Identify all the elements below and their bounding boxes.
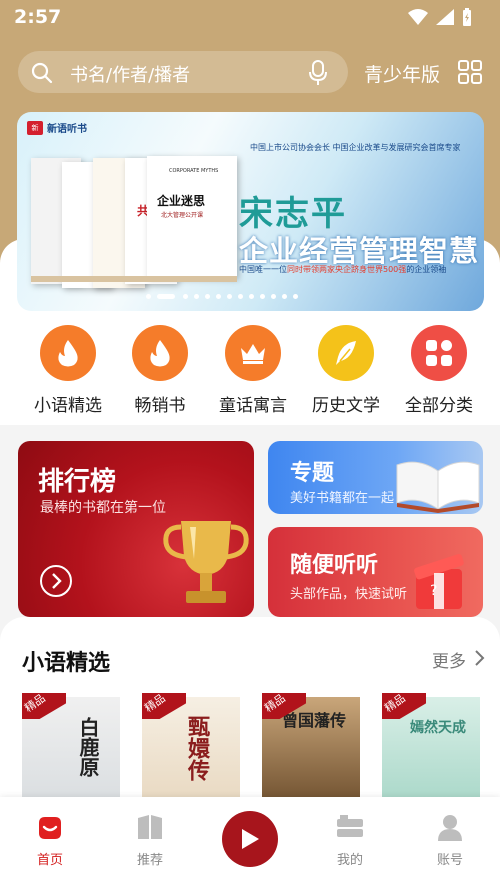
banner-intro: 中国上市公司协会会长 中国企业改革与发展研究会首席专家 <box>250 143 461 152</box>
carousel-dots <box>17 292 484 300</box>
book-cover-main: CORPORATE MYTHS 企业迷思 北大管理公开课 <box>147 156 237 278</box>
book-shelf <box>31 276 237 282</box>
brand-name: 新语听书 <box>47 124 87 135</box>
carousel-dot[interactable] <box>183 294 188 299</box>
carousel-dot[interactable] <box>238 294 243 299</box>
search-icon <box>31 62 53 84</box>
book-card[interactable]: 曾国藩传 精品 <box>262 693 360 803</box>
flame-icon <box>132 325 188 381</box>
promo-banner[interactable]: 新 新语听书 有效 共 CORPORATE MYTHS 企业迷思 北大管理公开课… <box>17 112 484 311</box>
chevron-right-icon[interactable] <box>474 649 486 667</box>
carousel-dot[interactable] <box>157 294 175 299</box>
banner-tagline: 中国唯一一位同时带领两家央企跻身世界500强的企业领袖 <box>239 265 447 274</box>
trophy-icon <box>163 521 249 603</box>
topic-title: 专题 <box>290 461 335 486</box>
category-item[interactable]: 童话寓言 <box>213 325 293 416</box>
book-subtitle: 北大管理公开课 <box>161 212 204 219</box>
ranking-title: 排行榜 <box>38 467 117 497</box>
brand-logo-icon: 新 <box>27 120 43 135</box>
grid-menu-icon[interactable] <box>458 60 482 84</box>
nav-label: 首页 <box>36 853 63 868</box>
book-title: 甄嬛传 <box>184 715 209 781</box>
ranking-subtitle: 最棒的书都在第一位 <box>40 500 166 516</box>
random-listen-subtitle: 头部作品，快速试听 <box>290 587 408 602</box>
category-label: 童话寓言 <box>219 396 287 416</box>
status-bar: 2:57 <box>0 0 500 36</box>
book-english-title: CORPORATE MYTHS <box>169 168 219 174</box>
gift-box-icon: ? <box>414 554 464 609</box>
ranking-go-button[interactable] <box>40 565 72 597</box>
category-label: 小语精选 <box>34 396 102 416</box>
book-icon <box>138 815 162 839</box>
carousel-dot[interactable] <box>282 294 287 299</box>
carousel-dot[interactable] <box>271 294 276 299</box>
carousel-dot[interactable] <box>146 294 151 299</box>
topic-card[interactable]: 专题 美好书籍都在一起 <box>268 441 483 514</box>
nav-account[interactable]: 账号 <box>420 813 480 868</box>
search-placeholder: 书名/作者/播者 <box>70 65 191 86</box>
nav-recommend[interactable]: 推荐 <box>120 813 180 868</box>
wifi-icon <box>408 9 428 25</box>
nav-label: 账号 <box>436 853 463 868</box>
svg-text:?: ? <box>430 583 437 599</box>
carousel-dot[interactable] <box>293 294 298 299</box>
home-icon <box>39 817 61 839</box>
crown-icon <box>225 325 281 381</box>
carousel-dot[interactable] <box>194 294 199 299</box>
ranking-card[interactable]: 排行榜 最棒的书都在第一位 <box>18 441 254 617</box>
premium-badge-label: 精品 <box>382 693 408 715</box>
user-icon <box>438 815 462 841</box>
microphone-icon[interactable] <box>308 60 328 86</box>
category-item[interactable]: 小语精选 <box>28 325 108 416</box>
teen-mode-button[interactable]: 青少年版 <box>364 60 440 87</box>
apps-icon <box>411 325 467 381</box>
category-item[interactable]: 历史文学 <box>306 325 386 416</box>
category-item[interactable]: 畅销书 <box>120 325 200 416</box>
category-label: 畅销书 <box>134 396 186 416</box>
random-listen-card[interactable]: ? 随便听听 头部作品，快速试听 <box>268 527 483 617</box>
play-icon <box>242 829 259 849</box>
open-book-icon <box>396 461 480 513</box>
play-button[interactable] <box>222 811 278 867</box>
topic-subtitle: 美好书籍都在一起 <box>290 491 395 506</box>
battery-icon <box>463 8 471 26</box>
premium-badge-label: 精品 <box>142 693 168 715</box>
carousel-dot[interactable] <box>249 294 254 299</box>
premium-badge-label: 精品 <box>22 693 48 715</box>
carousel-dot[interactable] <box>227 294 232 299</box>
book-card[interactable]: 白鹿原 精品 <box>22 693 120 803</box>
nav-home[interactable]: 首页 <box>20 813 80 868</box>
brand-logo: 新 新语听书 <box>27 120 87 135</box>
carousel-dot[interactable] <box>205 294 210 299</box>
search-bar[interactable]: 书名/作者/播者 <box>18 51 348 93</box>
status-time: 2:57 <box>14 6 62 28</box>
category-label: 历史文学 <box>312 396 380 416</box>
book-title: 企业迷思 <box>157 194 206 208</box>
signal-icon <box>436 9 454 25</box>
book-card[interactable]: 甄嬛传 精品 <box>142 693 240 803</box>
category-item[interactable]: 全部分类 <box>399 325 479 416</box>
section-title: 小语精选 <box>22 651 111 676</box>
nav-label: 我的 <box>336 853 363 868</box>
category-label: 全部分类 <box>405 396 473 416</box>
premium-badge-label: 精品 <box>262 693 288 715</box>
more-link[interactable]: 更多 <box>432 647 466 672</box>
chevron-right-icon <box>52 573 62 589</box>
carousel-dot[interactable] <box>216 294 221 299</box>
book-title: 嫣然天成 <box>410 720 466 736</box>
status-icons <box>408 8 472 26</box>
random-listen-title: 随便听听 <box>290 553 379 578</box>
carousel-dot[interactable] <box>260 294 265 299</box>
nav-mine[interactable]: 我的 <box>320 813 380 868</box>
book-card[interactable]: 嫣然天成 精品 <box>382 693 480 803</box>
bottom-nav: 首页 推荐 我的 账号 <box>0 797 500 889</box>
flame-icon <box>40 325 96 381</box>
book-title: 白鹿原 <box>76 717 100 777</box>
feather-icon <box>318 325 374 381</box>
bookshelf-icon <box>337 815 363 837</box>
nav-label: 推荐 <box>136 853 163 868</box>
